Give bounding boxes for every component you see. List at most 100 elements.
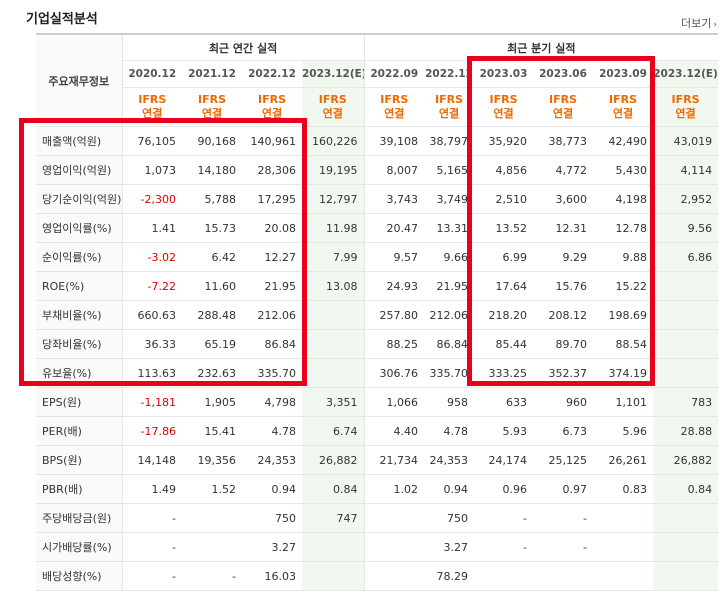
ifrs-label: IFRS 연결: [182, 87, 242, 127]
table-cell: 15.41: [182, 416, 242, 446]
section-title: 기업실적분석: [26, 12, 98, 27]
period-header: 2023.09: [593, 60, 654, 88]
table-cell: 9.57: [364, 242, 425, 272]
table-cell: -: [182, 561, 242, 591]
table-cell: 21.95: [424, 271, 475, 301]
table-row: 영업이익률(%) 1.41 15.73 20.08 11.98 20.47 13.31 13.…: [36, 213, 719, 243]
table-cell: [474, 561, 534, 591]
table-row: 순이익률(%) -3.02 6.42 12.27 7.99 9.57 9.66 6.99 9.2…: [36, 242, 719, 272]
table-cell: [182, 532, 242, 562]
table-cell: -3.02: [122, 242, 182, 272]
table-cell: [653, 300, 719, 330]
table-cell: 3,743: [364, 184, 425, 214]
table-cell: -: [474, 503, 534, 533]
table-cell: 1,073: [122, 155, 182, 185]
table-cell: 0.96: [474, 474, 534, 504]
table-cell: [302, 329, 365, 359]
table-cell: 17.64: [474, 271, 534, 301]
table-cell: -: [122, 532, 182, 562]
row-label: PBR(배): [36, 474, 123, 504]
table-cell: 35,920: [474, 126, 534, 156]
table-cell: 2,510: [474, 184, 534, 214]
table-cell: 4,772: [533, 155, 594, 185]
table-cell: 15.73: [182, 213, 242, 243]
table-row: 영업이익(억원) 1,073 14,180 28,306 19,195 8,007 5,16…: [36, 155, 719, 185]
row-label: PER(배): [36, 416, 123, 446]
table-cell: 1.49: [122, 474, 182, 504]
table-cell: [593, 532, 654, 562]
table-cell: 660.63: [122, 300, 182, 330]
table-cell: -17.86: [122, 416, 182, 446]
table-cell: -: [474, 532, 534, 562]
table-cell: 0.97: [533, 474, 594, 504]
ifrs-standard: IFRS: [489, 93, 518, 106]
table-cell: [533, 561, 594, 591]
table-cell: 747: [302, 503, 365, 533]
table-cell: 335.70: [424, 358, 475, 388]
table-cell: 4,198: [593, 184, 654, 214]
table-row: 당좌비율(%) 36.33 65.19 86.84 88.25 86.84 85.44 89.…: [36, 329, 719, 359]
table-cell: 783: [653, 387, 719, 417]
table-row: PBR(배) 1.49 1.52 0.94 0.84 1.02 0.94 0.96 0.97 0.…: [36, 474, 719, 504]
table-cell: 2,952: [653, 184, 719, 214]
table-cell: 14,180: [182, 155, 242, 185]
table-row: 매출액(억원) 76,105 90,168 140,961 160,226 39,108 3…: [36, 126, 719, 156]
table-cell: 19,195: [302, 155, 365, 185]
table-cell: 5.93: [474, 416, 534, 446]
table-cell: 12.31: [533, 213, 594, 243]
table-cell: [182, 503, 242, 533]
more-link[interactable]: 더보기 ›: [681, 15, 717, 31]
table-cell: 24,353: [242, 445, 302, 475]
table-cell: 4.78: [242, 416, 302, 446]
row-label: 유보율(%): [36, 358, 123, 388]
table-cell: 633: [474, 387, 534, 417]
table-cell: 335.70: [242, 358, 302, 388]
table-cell: 26,882: [653, 445, 719, 475]
period-header: 2022.12: [424, 60, 475, 88]
ifrs-consolidated: 연결: [384, 107, 405, 120]
table-cell: 88.25: [364, 329, 425, 359]
table-cell: 11.98: [302, 213, 365, 243]
period-header: 2023.12(E): [653, 60, 719, 88]
quarterly-group-header: 최근 분기 실적: [364, 33, 719, 61]
table-cell: 13.08: [302, 271, 365, 301]
table-cell: -: [122, 503, 182, 533]
row-label: EPS(원): [36, 387, 123, 417]
period-header: 2023.12(E): [302, 60, 365, 88]
ifrs-label: IFRS 연결: [364, 87, 425, 127]
ifrs-label: IFRS 연결: [122, 87, 182, 127]
table-cell: [302, 358, 365, 388]
table-cell: 960: [533, 387, 594, 417]
table-cell: 6.86: [653, 242, 719, 272]
table-cell: 208.12: [533, 300, 594, 330]
table-cell: 24.93: [364, 271, 425, 301]
table-cell: 4,114: [653, 155, 719, 185]
table-cell: 14,148: [122, 445, 182, 475]
table-row: BPS(원) 14,148 19,356 24,353 26,882 21,734 24,3…: [36, 445, 719, 475]
table-cell: 288.48: [182, 300, 242, 330]
table-cell: 0.84: [302, 474, 365, 504]
financial-summary-table: 주요재무정보 최근 연간 실적 최근 분기 실적 2020.12 2021.12 2…: [36, 33, 719, 591]
table-cell: 3.27: [424, 532, 475, 562]
table-cell: 0.83: [593, 474, 654, 504]
ifrs-consolidated: 연결: [675, 107, 696, 120]
row-label: 매출액(억원): [36, 126, 123, 156]
table-cell: 78.29: [424, 561, 475, 591]
table-cell: 39,108: [364, 126, 425, 156]
table-cell: 76,105: [122, 126, 182, 156]
table-cell: 6.99: [474, 242, 534, 272]
table-cell: 88.54: [593, 329, 654, 359]
table-cell: 1,101: [593, 387, 654, 417]
chevron-right-icon: ›: [713, 20, 717, 30]
table-cell: 160,226: [302, 126, 365, 156]
table-cell: 17,295: [242, 184, 302, 214]
table-cell: 89.70: [533, 329, 594, 359]
table-cell: 20.47: [364, 213, 425, 243]
table-cell: 6.42: [182, 242, 242, 272]
table-row: 시가배당률(%) -3.27 3.27- -: [36, 532, 719, 562]
table-cell: 4.78: [424, 416, 475, 446]
ifrs-consolidated: 연결: [142, 107, 163, 120]
row-label: BPS(원): [36, 445, 123, 475]
table-cell: 25,125: [533, 445, 594, 475]
table-cell: 24,174: [474, 445, 534, 475]
